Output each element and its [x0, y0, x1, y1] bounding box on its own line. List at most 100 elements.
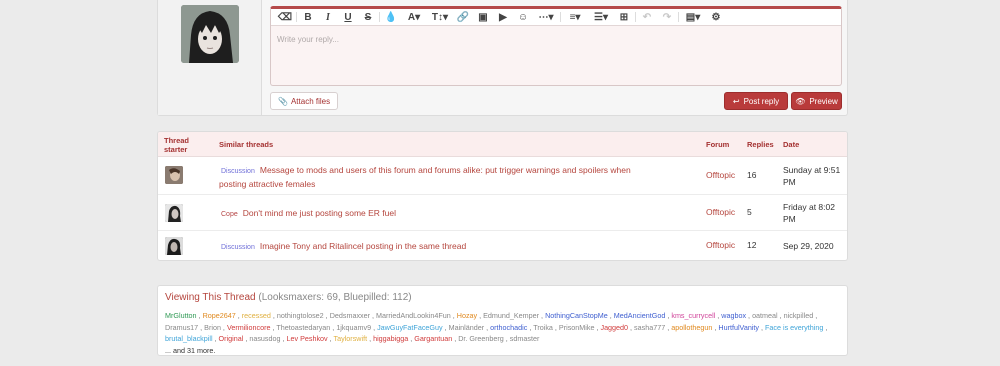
viewing-user-link[interactable]: Edmund_Kemper: [483, 311, 539, 320]
thread-title-link[interactable]: Discussion Imagine Tony and Ritalincel po…: [219, 240, 649, 254]
undo-icon[interactable]: ↶: [637, 9, 657, 26]
media-icon[interactable]: ▶: [493, 9, 513, 26]
drafts-icon[interactable]: ▤▾: [680, 9, 706, 26]
viewing-user-link[interactable]: recessed: [242, 311, 271, 320]
viewing-user-link[interactable]: oatmeal: [752, 311, 778, 320]
viewing-user-link[interactable]: brutal_blackpill: [165, 334, 213, 343]
viewing-user-link[interactable]: Brion: [204, 323, 221, 332]
viewing-user-link[interactable]: Dedsmaxxer: [330, 311, 370, 320]
viewing-user-link[interactable]: Mainländer: [449, 323, 485, 332]
thread-date: Friday at 8:02 PM: [783, 202, 835, 224]
thread-starter-avatar[interactable]: [165, 166, 183, 184]
attach-files-button[interactable]: 📎 Attach files: [270, 92, 339, 110]
toolbar-divider: [296, 12, 297, 22]
thread-title[interactable]: Message to mods and users of this forum …: [219, 165, 631, 189]
thread-title-link[interactable]: Discussion Message to mods and users of t…: [219, 164, 649, 190]
viewing-user-link[interactable]: Vermilioncore: [227, 323, 271, 332]
color-icon[interactable]: 💧: [381, 9, 401, 26]
viewing-user-link[interactable]: MrGlutton: [165, 311, 197, 320]
viewing-user-link[interactable]: orthochadic: [490, 323, 527, 332]
viewing-user-link[interactable]: nothingtolose2: [277, 311, 324, 320]
viewing-user-link[interactable]: wagbox: [721, 311, 746, 320]
viewing-user-link[interactable]: Hozay: [457, 311, 477, 320]
smilie-icon[interactable]: ☺: [513, 9, 533, 26]
reply-icon: ↩: [732, 96, 740, 106]
thread-date: Sunday at 9:51 PM: [783, 165, 841, 187]
viewing-user-link[interactable]: NothingCanStopMe: [545, 311, 608, 320]
editor-toolbar: ⌫ B I U S 💧 A▾ T↕▾ 🔗 ▣ ▶ ☺ ⋯▾ ≡▾ ☰▾ ⊞ ↶ …: [271, 9, 841, 26]
align-icon[interactable]: ≡▾: [562, 9, 588, 26]
eraser-icon[interactable]: ⌫: [275, 9, 295, 26]
header-date: Date: [783, 140, 800, 149]
more-users-text: ... and 31 more.: [165, 345, 216, 355]
table-row[interactable]: Cope Don't mind me just posting some ER f…: [158, 195, 847, 231]
preview-button[interactable]: 👁 Preview: [791, 92, 842, 110]
forum-link[interactable]: Offtopic: [706, 170, 735, 180]
thread-prefix[interactable]: Discussion: [219, 244, 257, 251]
viewing-user-link[interactable]: Gargantuan: [414, 334, 452, 343]
viewing-user-link[interactable]: Taylorswift: [334, 334, 368, 343]
thread-prefix[interactable]: Cope: [219, 211, 240, 218]
viewing-user-link[interactable]: Jagged0: [600, 323, 628, 332]
post-reply-button[interactable]: ↩ Post reply: [724, 92, 788, 110]
current-user-avatar[interactable]: [181, 5, 239, 63]
reply-count: 5: [747, 207, 752, 217]
viewing-user-link[interactable]: Face is everything: [765, 323, 823, 332]
forum-link[interactable]: Offtopic: [706, 207, 735, 217]
redo-icon[interactable]: ↷: [657, 9, 677, 26]
paperclip-icon: 📎: [278, 96, 288, 106]
viewing-user-link[interactable]: Original: [219, 334, 244, 343]
underline-icon[interactable]: U: [338, 9, 358, 26]
viewing-user-link[interactable]: PrisonMike: [559, 323, 595, 332]
similar-threads-table: Thread starter Similar threads Forum Rep…: [157, 131, 848, 261]
forum-link[interactable]: Offtopic: [706, 240, 735, 250]
thread-starter-avatar[interactable]: [165, 204, 183, 222]
strikethrough-icon[interactable]: S: [358, 9, 378, 26]
viewing-user-link[interactable]: apollothegun: [671, 323, 712, 332]
viewing-user-link[interactable]: Thetoastedaryan: [276, 323, 330, 332]
toolbar-divider: [678, 12, 679, 22]
viewing-user-link[interactable]: Rope2647: [203, 311, 236, 320]
viewing-user-link[interactable]: JawGuyFatFaceGuy: [377, 323, 443, 332]
thread-starter-avatar[interactable]: [165, 237, 183, 255]
viewing-user-link[interactable]: MarriedAndLookin4Fun: [376, 311, 451, 320]
list-icon[interactable]: ☰▾: [588, 9, 614, 26]
viewing-user-link[interactable]: Lev Peshkov: [287, 334, 328, 343]
toolbar-divider: [635, 12, 636, 22]
viewing-user-link[interactable]: higgabigga: [373, 334, 408, 343]
table-icon[interactable]: ⊞: [614, 9, 634, 26]
thread-prefix[interactable]: Discussion: [219, 168, 257, 175]
thread-title-link[interactable]: Cope Don't mind me just posting some ER f…: [219, 207, 649, 221]
reply-editor[interactable]: ⌫ B I U S 💧 A▾ T↕▾ 🔗 ▣ ▶ ☺ ⋯▾ ≡▾ ☰▾ ⊞ ↶ …: [270, 6, 842, 86]
viewing-user-link[interactable]: Dr. Greenberg: [458, 334, 504, 343]
thread-title[interactable]: Imagine Tony and Ritalincel posting in t…: [260, 241, 466, 251]
viewing-user-link[interactable]: Dramus17: [165, 323, 198, 332]
viewing-user-link[interactable]: sasha777: [634, 323, 665, 332]
viewing-title: Viewing This Thread (Looksmaxers: 69, Bl…: [165, 292, 412, 303]
thread-date: Sep 29, 2020: [783, 241, 834, 251]
bold-icon[interactable]: B: [298, 9, 318, 26]
font-size-icon[interactable]: T↕▾: [427, 9, 453, 26]
viewing-user-link[interactable]: sdmaster: [510, 334, 540, 343]
image-icon[interactable]: ▣: [473, 9, 493, 26]
viewing-thread-panel: Viewing This Thread (Looksmaxers: 69, Bl…: [157, 285, 848, 356]
viewing-user-link[interactable]: Troika: [533, 323, 553, 332]
table-row[interactable]: Discussion Message to mods and users of t…: [158, 157, 847, 195]
more-options-icon[interactable]: ⋯▾: [533, 9, 559, 26]
avatar-column: [158, 0, 262, 115]
viewing-user-link[interactable]: HurtfulVanity: [718, 323, 759, 332]
viewing-user-link[interactable]: MedAncientGod: [614, 311, 666, 320]
settings-icon[interactable]: ⚙: [706, 9, 726, 26]
header-replies: Replies: [747, 140, 774, 149]
italic-icon[interactable]: I: [318, 9, 338, 26]
header-forum: Forum: [706, 140, 730, 149]
reply-input[interactable]: Write your reply...: [271, 26, 841, 53]
viewing-user-link[interactable]: 1jkquamv9: [336, 323, 371, 332]
thread-title[interactable]: Don't mind me just posting some ER fuel: [243, 208, 396, 218]
link-icon[interactable]: 🔗: [453, 9, 473, 26]
viewing-user-link[interactable]: kms_currycell: [671, 311, 715, 320]
viewing-user-link[interactable]: nickpilled: [784, 311, 814, 320]
font-family-icon[interactable]: A▾: [401, 9, 427, 26]
table-row[interactable]: Discussion Imagine Tony and Ritalincel po…: [158, 231, 847, 260]
viewing-user-link[interactable]: nasusdog: [249, 334, 280, 343]
